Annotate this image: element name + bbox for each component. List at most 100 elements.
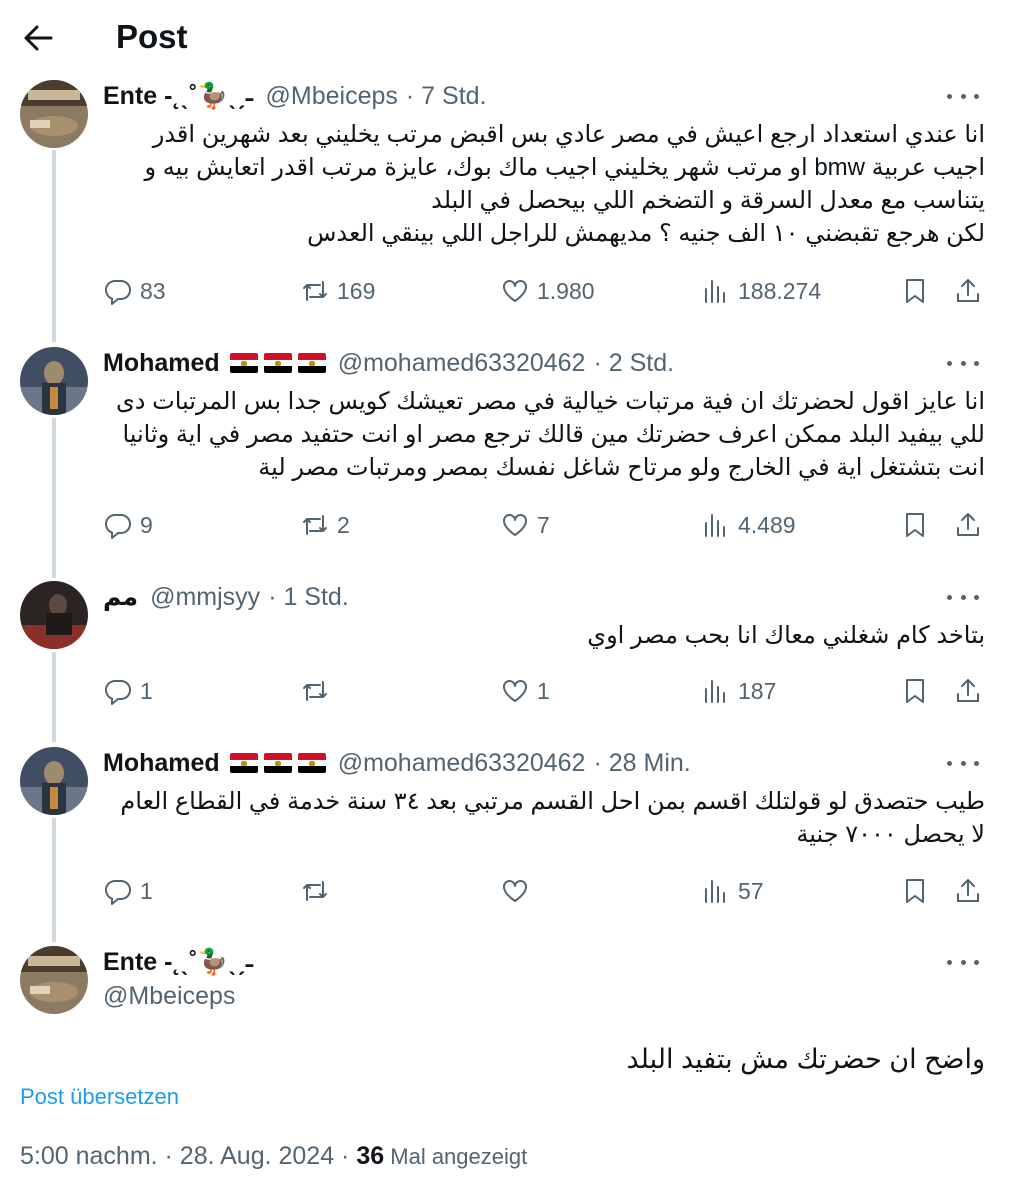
author-handle[interactable]: @Mbeiceps: [266, 82, 398, 111]
heart-icon: [503, 880, 527, 902]
more-options-button[interactable]: [947, 751, 979, 775]
share-button[interactable]: [953, 671, 983, 711]
like-button[interactable]: 1: [500, 671, 550, 711]
author-name[interactable]: Mohamed: [103, 349, 220, 378]
avatar[interactable]: [20, 747, 88, 815]
thread-line: [52, 150, 56, 342]
views-icon: [705, 280, 725, 303]
retweet-icon: [303, 881, 327, 901]
post-time[interactable]: · 2 Std.: [593, 349, 674, 378]
more-options-button[interactable]: [947, 950, 979, 974]
reply-button[interactable]: 83: [103, 271, 166, 311]
retweet-button[interactable]: 2: [300, 505, 350, 545]
reply-count: 9: [140, 511, 153, 538]
thread-line: [52, 652, 56, 742]
views-icon: [705, 514, 725, 537]
views-count: 36: [356, 1142, 385, 1170]
author-name[interactable]: Ente -˛ˎ˚🦆ˎˏ˗: [103, 948, 254, 977]
views-count: 188.274: [738, 277, 822, 304]
tweet-header: Mohamed @mohamed63320462 · 2 Std.: [103, 347, 959, 379]
share-icon: [957, 279, 979, 302]
tweet-actions: 9 2 7 4.489: [103, 505, 985, 545]
reply-count: 83: [140, 277, 166, 304]
tweet-text: واضح ان حضرتك مش بتفيد البلد: [626, 1044, 985, 1074]
tweet-text: انا عايز اقول لحضرتك ان فية مرتبات خيالي…: [116, 388, 985, 481]
views-button[interactable]: 188.274: [701, 271, 821, 311]
tweet-header: Ente -˛ˎ˚🦆ˎˏ˗: [103, 946, 959, 978]
bookmark-button[interactable]: [900, 871, 930, 911]
tweet-text: بتاخد كام شغلني معاك انا بحب مصر اوي: [587, 622, 985, 649]
reply-count: 1: [140, 677, 153, 704]
more-options-button[interactable]: [947, 585, 979, 609]
author-name[interactable]: Mohamed: [103, 749, 220, 778]
like-button[interactable]: [500, 871, 537, 911]
tweet-header: مم @mmjsyy · 1 Std.: [103, 581, 959, 613]
post-time[interactable]: · 28 Min.: [593, 749, 690, 778]
heart-icon: [503, 680, 527, 702]
author-name[interactable]: Ente -˛ˎ˚🦆ˎˏ˗: [103, 82, 254, 111]
share-button[interactable]: [953, 505, 983, 545]
bookmark-button[interactable]: [900, 505, 930, 545]
author-handle[interactable]: @mohamed63320462: [338, 349, 586, 378]
tweet-actions: 1 57: [103, 871, 985, 911]
retweet-button[interactable]: [300, 871, 337, 911]
bookmark-icon: [906, 513, 924, 537]
views-button[interactable]: 57: [701, 871, 764, 911]
bookmark-button[interactable]: [900, 271, 930, 311]
like-count: 7: [537, 511, 550, 538]
tweet-text: طيب حتصدق لو قولتلك اقسم بمن احل القسم م…: [120, 788, 985, 848]
tweet-text: انا عندي استعداد ارجع اعيش في مصر عادي ب…: [144, 121, 985, 247]
views-label: Mal angezeigt: [384, 1144, 528, 1169]
arrow-left-icon: [24, 25, 53, 51]
share-button[interactable]: [953, 871, 983, 911]
share-icon: [957, 879, 979, 902]
like-button[interactable]: 1.980: [500, 271, 595, 311]
like-button[interactable]: 7: [500, 505, 550, 545]
reply-icon: [104, 513, 131, 539]
avatar[interactable]: [20, 581, 88, 649]
reply-icon: [104, 279, 131, 305]
share-button[interactable]: [953, 271, 983, 311]
avatar[interactable]: [20, 347, 88, 415]
reply-icon: [104, 879, 131, 905]
back-button[interactable]: [20, 20, 56, 56]
reply-button[interactable]: 1: [103, 871, 153, 911]
egypt-flag-icon: [263, 753, 292, 773]
post-time[interactable]: · 1 Std.: [268, 583, 349, 612]
author-name[interactable]: مم: [103, 582, 138, 612]
post-time[interactable]: · 7 Std.: [406, 82, 487, 111]
reply-button[interactable]: 9: [103, 505, 153, 545]
views-button[interactable]: 4.489: [701, 505, 796, 545]
retweet-icon: [303, 515, 327, 535]
more-options-button[interactable]: [947, 351, 979, 375]
tweet-header: Ente -˛ˎ˚🦆ˎˏ˗ @Mbeiceps · 7 Std.: [103, 80, 959, 112]
more-options-button[interactable]: [947, 84, 979, 108]
page-title: Post: [116, 18, 188, 55]
flag-emojis: [229, 753, 326, 773]
post-meta: 5:00 nachm. · 28. Aug. 2024 · 36 Mal ang…: [20, 1142, 527, 1171]
tweet-actions: 1 1 187: [103, 671, 985, 711]
bookmark-icon: [906, 679, 924, 703]
post-timestamp[interactable]: 5:00 nachm. · 28. Aug. 2024 ·: [20, 1142, 356, 1170]
retweet-button[interactable]: [300, 671, 337, 711]
reply-button[interactable]: 1: [103, 671, 153, 711]
avatar[interactable]: [20, 80, 88, 148]
retweet-button[interactable]: 169: [300, 271, 375, 311]
author-handle[interactable]: @Mbeiceps: [103, 982, 235, 1011]
author-handle[interactable]: @mmjsyy: [150, 583, 260, 612]
bookmark-icon: [906, 879, 924, 903]
views-icon: [705, 680, 725, 703]
author-handle[interactable]: @mohamed63320462: [338, 749, 586, 778]
views-count: 4.489: [738, 511, 796, 538]
bookmark-button[interactable]: [900, 671, 930, 711]
translate-post-link[interactable]: Post übersetzen: [20, 1084, 179, 1110]
retweet-count: 169: [337, 277, 376, 304]
retweet-icon: [303, 281, 327, 301]
egypt-flag-icon: [297, 353, 326, 373]
reply-count: 1: [140, 877, 153, 904]
share-icon: [957, 513, 979, 536]
views-button[interactable]: 187: [701, 671, 776, 711]
tweet-actions: 83 169 1.980 188.274: [103, 271, 985, 311]
bookmark-icon: [906, 279, 924, 303]
avatar[interactable]: [20, 946, 88, 1014]
